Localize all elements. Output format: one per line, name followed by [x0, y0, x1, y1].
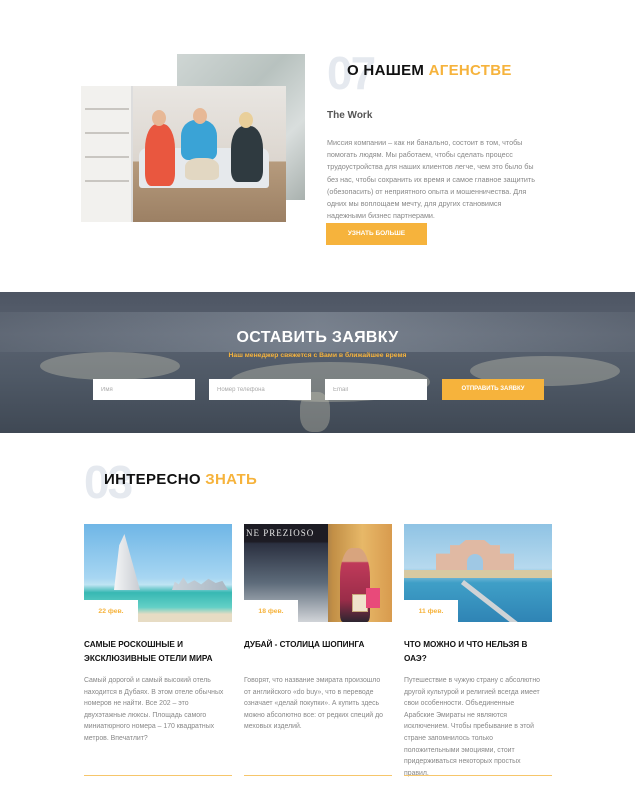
submit-request-button[interactable]: Отправить заявку: [442, 379, 544, 400]
person-graphic: [231, 126, 263, 182]
shopping-photo[interactable]: NE PREZIOSO 18 фев.: [244, 524, 392, 622]
hotel-sail-graphic: [114, 534, 140, 590]
article-excerpt: Путешествие в чужую страну с абсолютно д…: [404, 677, 540, 777]
store-sign-graphic: NE PREZIOSO: [246, 528, 315, 538]
interesting-title: ИНТЕРЕСНО ЗНАТЬ: [104, 471, 257, 488]
name-input[interactable]: [93, 379, 195, 400]
shopping-bag-graphic: [366, 588, 380, 608]
person-head-graphic: [239, 112, 253, 128]
about-title: О НАШЕМ АГЕНСТВЕ: [347, 62, 512, 79]
burj-al-arab-photo[interactable]: 22 фев.: [84, 524, 232, 622]
interesting-title-main: ИНТЕРЕСНО: [104, 471, 201, 488]
article-excerpt: Самый дорогой и самый высокий отель нахо…: [84, 677, 224, 742]
office-meeting-photo: [81, 86, 286, 222]
about-subtitle: The Work: [327, 110, 373, 121]
article-excerpt: Говорят, что название эмирата произошло …: [244, 677, 383, 731]
atlantis-hotel-photo[interactable]: 11 фев.: [404, 524, 552, 622]
article-title[interactable]: Самые роскошные и эксклюзивные отели мир…: [84, 638, 232, 666]
request-title: ОСТАВИТЬ ЗАЯВКУ: [236, 329, 399, 346]
learn-more-button[interactable]: Узнать больше: [326, 223, 427, 245]
skyline-graphic: [172, 577, 228, 590]
person-graphic: [181, 120, 217, 160]
person-legs-graphic: [185, 158, 219, 180]
article-date: 22 фев.: [84, 600, 138, 622]
article-date: 11 фев.: [404, 600, 458, 622]
person-graphic: [145, 124, 175, 186]
email-input[interactable]: [325, 379, 427, 400]
person-head-graphic: [152, 110, 166, 126]
about-title-accent: АГЕНСТВЕ: [428, 62, 512, 79]
article-title[interactable]: Дубай - столица шопинга: [244, 638, 392, 652]
shelf-graphic: [81, 86, 133, 222]
person-head-graphic: [193, 108, 207, 124]
interesting-title-accent: ЗНАТЬ: [205, 471, 258, 488]
request-banner: [0, 292, 635, 433]
card-divider: [84, 775, 232, 776]
phone-input[interactable]: [209, 379, 311, 400]
article-title[interactable]: Что можно и что нельзя в ОАЭ?: [404, 638, 552, 666]
about-section: 07 О НАШЕМ АГЕНСТВЕ The Work Миссия комп…: [0, 0, 635, 292]
request-subtitle: Наш менеджер свяжется с Вами в ближайшее…: [228, 352, 407, 359]
article-date: 18 фев.: [244, 600, 298, 622]
causeway-graphic: [460, 580, 552, 622]
about-title-main: О НАШЕМ: [347, 62, 425, 79]
card-divider: [404, 775, 552, 776]
about-description: Миссия компании – как ни банально, состо…: [327, 138, 535, 221]
shoreline-graphic: [404, 570, 552, 578]
card-divider: [244, 775, 392, 776]
